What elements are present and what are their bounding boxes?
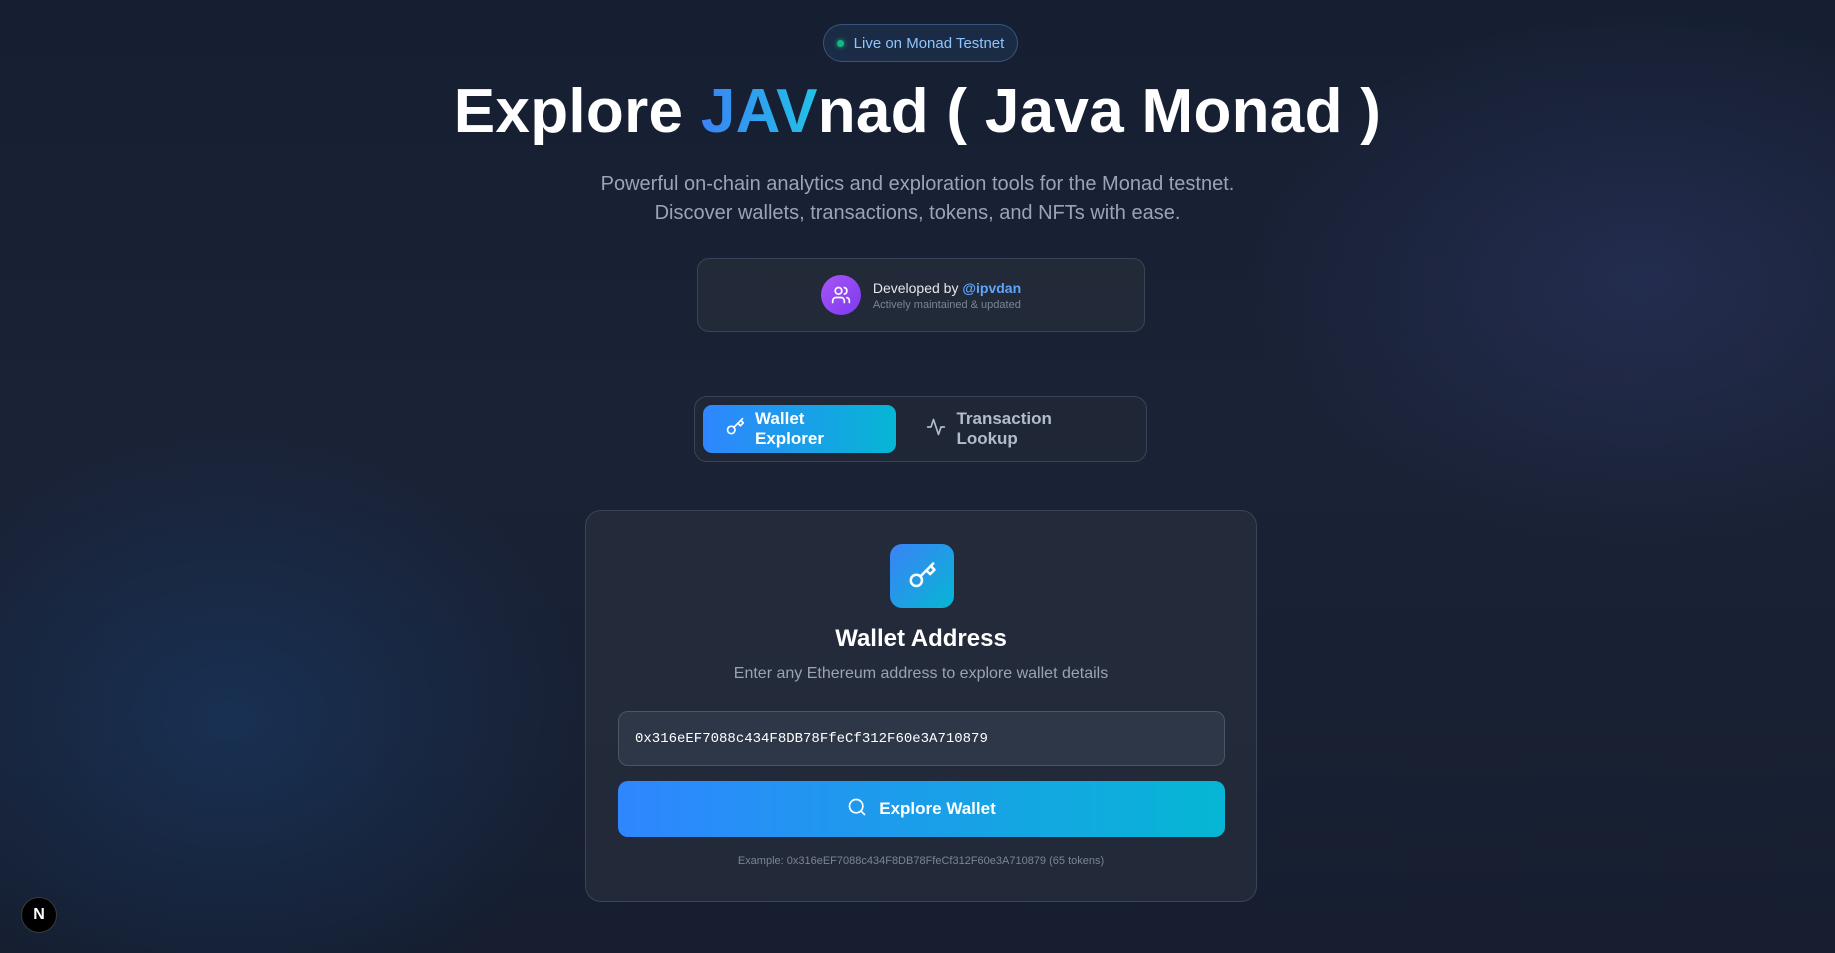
- developer-handle-link[interactable]: @ipvdan: [962, 280, 1021, 296]
- explore-wallet-button[interactable]: Explore Wallet: [618, 781, 1225, 837]
- tab-transaction-lookup[interactable]: Transaction Lookup: [904, 405, 1138, 453]
- subtitle-line-1: Powerful on-chain analytics and explorat…: [600, 173, 1235, 195]
- key-icon: [890, 544, 954, 608]
- key-icon: [725, 417, 745, 442]
- nextjs-logo-letter: N: [33, 906, 45, 923]
- wallet-search-card: Wallet Address Enter any Ethereum addres…: [585, 510, 1257, 902]
- title-prefix: Explore: [453, 77, 701, 146]
- tab-transaction-lookup-label: Transaction Lookup: [956, 409, 1052, 448]
- title-suffix: nad ( Java Monad ): [817, 77, 1382, 146]
- page-subtitle: Powerful on-chain analytics and explorat…: [0, 170, 1835, 228]
- wallet-address-input[interactable]: [618, 711, 1225, 766]
- wallet-card-title: Wallet Address: [835, 625, 1007, 652]
- explore-wallet-label: Explore Wallet: [879, 799, 996, 818]
- title-accent: JAV: [700, 77, 818, 146]
- network-status-pill: Live on Monad Testnet: [823, 24, 1018, 62]
- wallet-card-description: Enter any Ethereum address to explore wa…: [733, 665, 1109, 682]
- page-title: Explore JAVnad ( Java Monad ): [0, 76, 1835, 147]
- page: Live on Monad Testnet Explore JAVnad ( J…: [0, 0, 1835, 953]
- developer-subtitle: Actively maintained & updated: [872, 298, 1021, 311]
- live-status-dot: [836, 39, 844, 47]
- developer-credit: Developed by @ipvdan: [873, 280, 1021, 296]
- search-icon: [847, 797, 867, 822]
- nextjs-dev-badge[interactable]: N: [21, 897, 57, 933]
- network-status-label: Live on Monad Testnet: [853, 34, 1005, 52]
- developer-prefix: Developed by: [872, 279, 963, 296]
- developer-card: Developed by @ipvdan Actively maintained…: [697, 258, 1145, 332]
- activity-icon: [926, 417, 946, 442]
- subtitle-line-2: Discover wallets, transactions, tokens, …: [654, 202, 1181, 224]
- tab-wallet-explorer-label: Wallet Explorer: [755, 409, 824, 448]
- explorer-tabs: Wallet Explorer Transaction Lookup: [694, 396, 1147, 462]
- users-icon: [820, 275, 861, 315]
- example-address-hint: Example: 0x316eEF7088c434F8DB78FfeCf312F…: [737, 855, 1105, 867]
- tab-wallet-explorer[interactable]: Wallet Explorer: [703, 405, 897, 453]
